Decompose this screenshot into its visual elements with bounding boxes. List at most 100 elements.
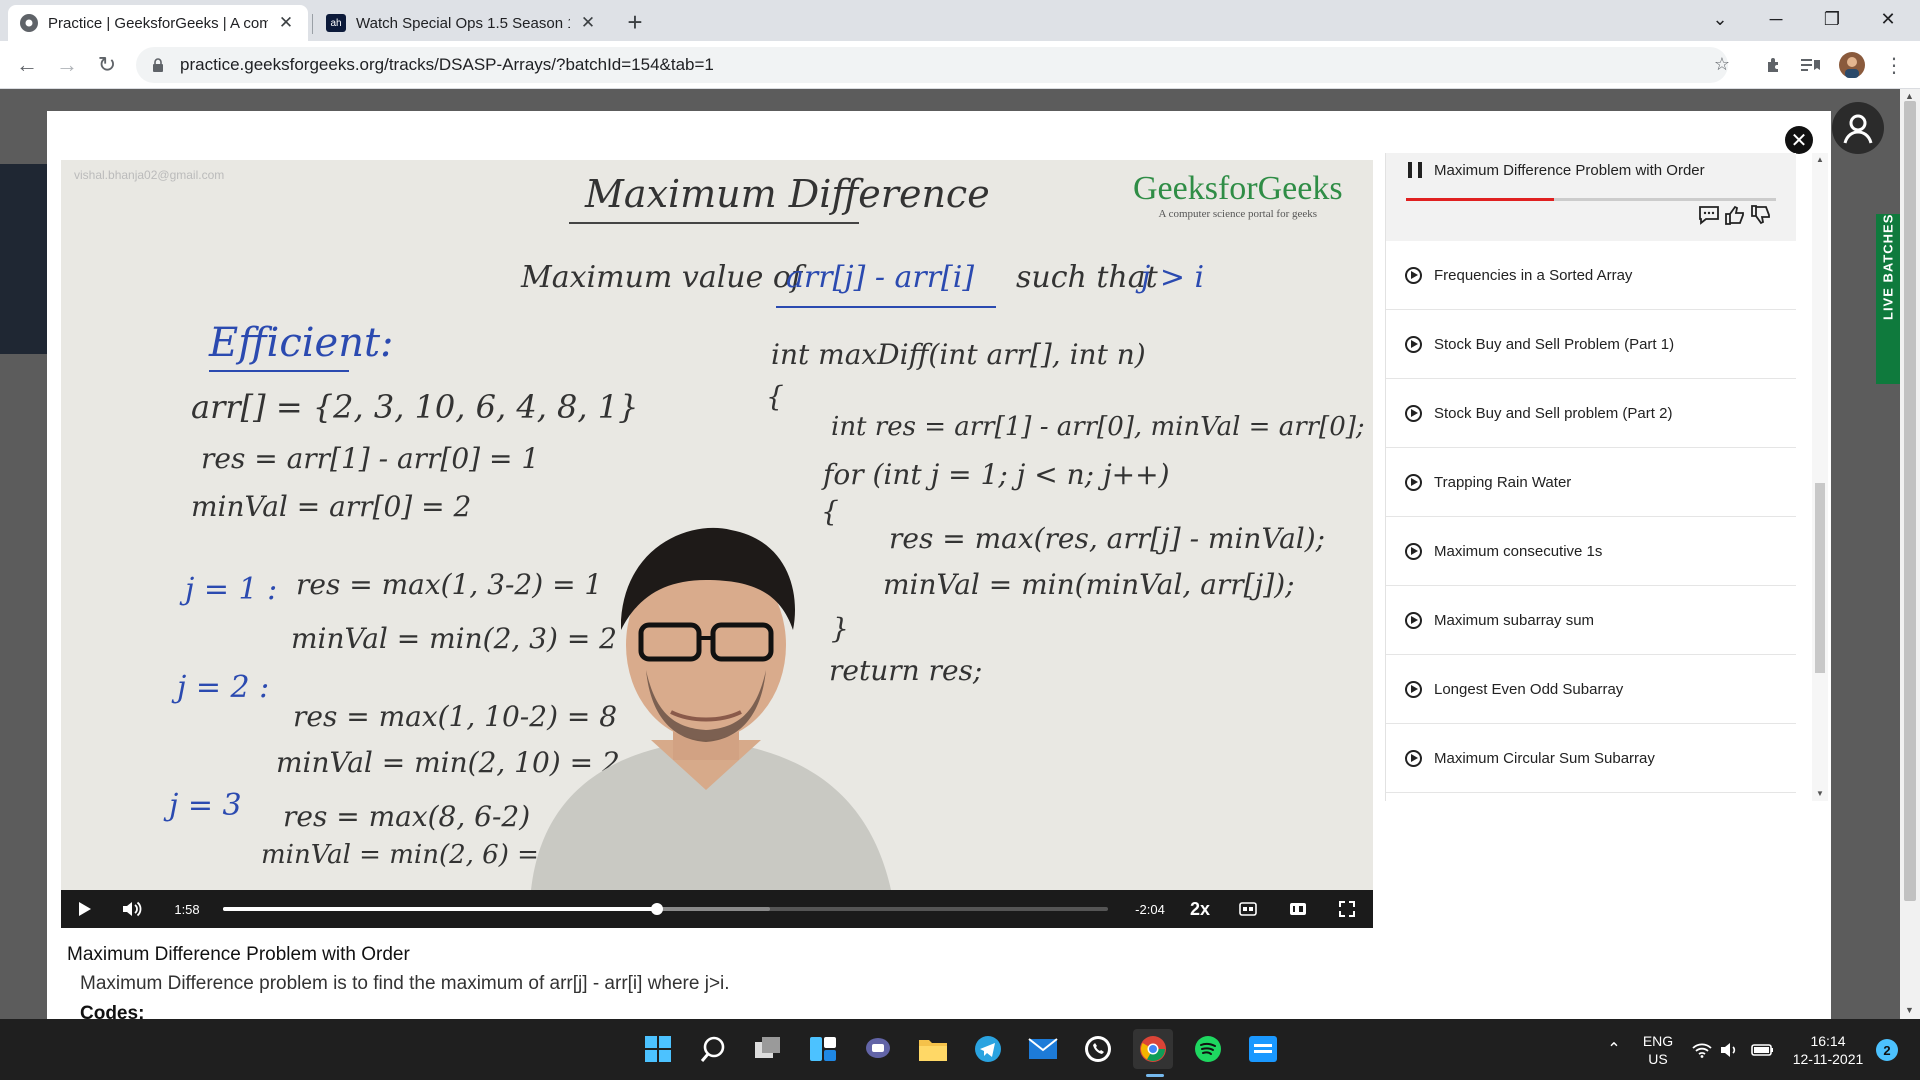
pause-icon [1408,162,1422,178]
code-line: int maxDiff(int arr[], int n) [771,338,1146,371]
new-tab-button[interactable]: + [620,7,650,37]
bookmark-star-icon[interactable]: ☆ [1708,50,1736,78]
board-line: arr[] = {2, 3, 10, 6, 4, 8, 1} [191,388,639,426]
code-line: int res = arr[1] - arr[0], minVal = arr[… [831,412,1365,442]
playlist-item[interactable]: Longest Even Odd Subarray [1386,655,1796,724]
playlist-scroll-thumb[interactable] [1815,483,1825,673]
play-circle-icon [1405,542,1422,560]
search-icon[interactable] [693,1029,733,1069]
scroll-down-arrow[interactable]: ▼ [1816,789,1824,798]
efficient-label: Efficient: [209,320,394,366]
j-label: j = 1 : [185,572,278,607]
clock[interactable]: 16:14 12-11-2021 [1786,1019,1870,1080]
browser-toolbar: ← → ↻ practice.geeksforgeeks.org/tracks/… [0,41,1920,89]
code-line: minVal = min(minVal, arr[j]); [883,568,1295,601]
tab-practice[interactable]: Practice | GeeksforGeeks | A com ✕ [8,5,308,41]
playlist-item[interactable]: Stock Buy and Sell Problem (Part 1) [1386,310,1796,379]
playlist-item[interactable]: Trapping Rain Water [1386,448,1796,517]
speaker-icon[interactable] [1718,1019,1742,1080]
tray-overflow-icon[interactable]: ⌃ [1602,1019,1626,1080]
battery-icon[interactable] [1750,1019,1776,1080]
tab-title: Watch Special Ops 1.5 Season 1 E [356,14,570,32]
reload-button[interactable]: ↻ [92,50,122,80]
menu-icon[interactable]: ⋮ [1880,51,1908,79]
playlist-item[interactable]: Maximum subarray sum [1386,586,1796,655]
forward-button[interactable]: → [52,50,82,80]
playlist-scrollbar[interactable]: ▲ ▼ [1812,153,1828,801]
playlist-item-label: Stock Buy and Sell problem (Part 2) [1434,404,1673,422]
widgets-icon[interactable] [803,1029,843,1069]
problem-expr: arr[j] - arr[i] [786,260,975,295]
file-explorer-icon[interactable] [913,1029,953,1069]
playback-speed-button[interactable]: 2x [1185,890,1215,928]
playlist-item-label: Longest Even Odd Subarray [1434,680,1624,698]
scroll-down-arrow[interactable]: ▼ [1905,1005,1914,1015]
mail-icon[interactable] [1023,1029,1063,1069]
playlist-item[interactable]: Maximum consecutive 1s [1386,517,1796,586]
problem-mid: such that [1016,260,1158,295]
video-description: Maximum Difference problem is to find th… [80,973,730,994]
profile-avatar[interactable] [1838,51,1866,79]
play-circle-icon [1405,266,1422,284]
whatsapp-icon[interactable] [1078,1029,1118,1069]
playlist-item[interactable]: Stock Buy and Sell problem (Part 2) [1386,379,1796,448]
tab-hotstar[interactable]: ah Watch Special Ops 1.5 Season 1 E ✕ [314,5,610,41]
hd-quality-icon[interactable] [1286,890,1310,928]
wifi-icon[interactable] [1690,1019,1714,1080]
language-indicator[interactable]: ENG US [1638,1019,1678,1080]
video-frame: vishal.bhanja02@gmail.com GeeksforGeeks … [61,160,1373,890]
fullscreen-icon[interactable] [1335,890,1359,928]
tab-search-icon[interactable]: ⌄ [1692,0,1748,38]
efficient-underline [209,370,349,372]
captions-icon[interactable] [1236,890,1260,928]
address-bar[interactable]: practice.geeksforgeeks.org/tracks/DSASP-… [136,47,1728,83]
tab-title: Practice | GeeksforGeeks | A com [48,14,268,32]
notification-badge[interactable]: 2 [1876,1039,1898,1061]
play-icon[interactable] [73,890,97,928]
comment-icon[interactable] [1698,205,1720,230]
close-tab-icon[interactable]: ✕ [578,13,598,33]
tab-separator [312,14,313,34]
current-video-title: Maximum Difference Problem with Order [1434,162,1705,179]
close-modal-button[interactable]: ✕ [1785,126,1813,154]
code-line: { [766,380,784,413]
start-icon[interactable] [638,1029,678,1069]
playlist-item[interactable]: Frequencies in a Sorted Array [1386,241,1796,310]
chrome-icon[interactable] [1133,1029,1173,1069]
video-player[interactable]: vishal.bhanja02@gmail.com GeeksforGeeks … [61,160,1373,928]
running-indicator [1146,1074,1164,1077]
close-window-button[interactable]: ✕ [1860,0,1916,38]
teams-chat-icon[interactable] [858,1029,898,1069]
scroll-up-arrow[interactable]: ▲ [1816,155,1824,164]
reading-list-icon[interactable] [1796,51,1824,79]
playlist-item[interactable]: Maximum Circular Sum Subarray [1386,724,1796,793]
task-view-icon[interactable] [748,1029,788,1069]
problem-prefix: Maximum value of [521,260,803,295]
video-controls: 1:58 -2:04 2x [61,890,1373,928]
url-text: practice.geeksforgeeks.org/tracks/DSASP-… [180,55,714,74]
live-batches-tab[interactable]: LIVE BATCHES [1876,214,1900,384]
telegram-icon[interactable] [968,1029,1008,1069]
close-tab-icon[interactable]: ✕ [276,13,296,33]
playlist-current-item[interactable]: Maximum Difference Problem with Order [1386,153,1796,241]
scroll-up-arrow[interactable]: ▲ [1905,91,1914,101]
user-avatar[interactable] [1832,102,1884,154]
lock-icon[interactable] [152,57,172,73]
prime-video-icon[interactable] [1243,1029,1283,1069]
video-title: Maximum Difference Problem with Order [67,944,410,965]
thumbs-down-icon[interactable] [1750,205,1772,230]
board-line: minVal = arr[0] = 2 [191,490,472,523]
problem-cond: j > i [1141,260,1205,295]
page-scroll-thumb[interactable] [1904,101,1916,901]
page-scrollbar[interactable]: ▲ ▼ [1900,89,1920,1019]
volume-icon[interactable] [119,890,145,928]
extensions-icon[interactable] [1760,51,1788,79]
spotify-icon[interactable] [1188,1029,1228,1069]
restore-button[interactable]: ❐ [1804,0,1860,38]
back-button[interactable]: ← [12,50,42,80]
thumbs-up-icon[interactable] [1724,205,1746,230]
seek-handle[interactable] [650,903,663,915]
seek-bar[interactable] [223,903,1108,915]
minimize-button[interactable]: ─ [1748,0,1804,38]
clock-date: 12-11-2021 [1792,1050,1864,1067]
